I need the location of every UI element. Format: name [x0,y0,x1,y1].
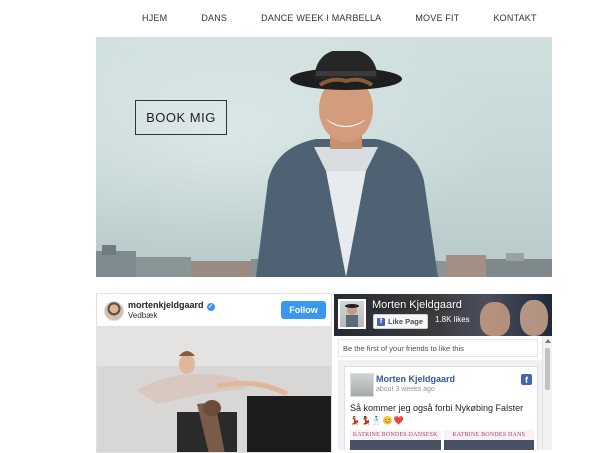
nav-item-kontakt[interactable]: KONTAKT [493,13,536,23]
instagram-post-image[interactable] [97,326,332,453]
scroll-up-arrow-icon[interactable] [545,339,551,343]
profile-person-icon [345,304,359,327]
facebook-likes-count: 1.8K likes [435,315,470,324]
post-image-1[interactable]: KATRINE BONDES DANSESK [350,430,441,450]
nav-item-hjem[interactable]: HJEM [142,13,167,23]
facebook-f-icon: f [377,317,385,326]
nav-item-dans[interactable]: DANS [201,13,227,23]
post-emoji: 💃🏻💃🏾🕺🏻😊❤️ [350,416,405,425]
instagram-username[interactable]: mortenkjeldgaard [128,300,204,310]
follow-button[interactable]: Follow [281,301,326,319]
like-page-label: Like Page [388,317,424,326]
verified-badge-icon: ✓ [206,303,215,311]
nav-item-move-fit[interactable]: MOVE FIT [415,13,459,23]
instagram-embed: mortenkjeldgaard ✓ Vedbæk Follow [96,293,332,453]
instagram-header: mortenkjeldgaard ✓ Vedbæk Follow [97,294,331,326]
facebook-timeline: Morten Kjeldgaard about 3 weeks ago f Så… [338,360,542,450]
cover-face-2 [520,300,548,336]
post-author-name[interactable]: Morten Kjeldgaard [376,374,455,384]
post-images: KATRINE BONDES DANSESK KATRINE BONDES DA… [350,430,534,450]
facebook-post: Morten Kjeldgaard about 3 weeks ago f Så… [344,366,538,450]
nav-item-dance-week[interactable]: DANCE WEEK I MARBELLA [261,13,381,23]
book-me-button[interactable]: BOOK MIG [135,100,227,135]
facebook-cover-photo[interactable]: Morten Kjeldgaard f Like Page 1.8K likes [334,294,552,336]
instagram-username-row: mortenkjeldgaard ✓ [128,300,215,311]
post-timestamp[interactable]: about 3 weeks ago [376,386,435,393]
facebook-page-name[interactable]: Morten Kjeldgaard [372,299,462,311]
hero-banner: BOOK MIG [96,37,552,277]
facebook-page-plugin: Morten Kjeldgaard f Like Page 1.8K likes… [334,294,552,450]
instagram-location[interactable]: Vedbæk [128,311,157,320]
hero-person-image [256,51,438,277]
scroll-thumb[interactable] [545,348,550,390]
facebook-logo-icon: f [521,374,532,385]
facebook-friends-notice: Be the first of your friends to like thi… [338,339,538,357]
main-nav: HJEM DANS DANCE WEEK I MARBELLA MOVE FIT… [0,0,600,36]
post-image-2[interactable]: KATRINE BONDES DANS [443,430,534,450]
post-text: Så kommer jeg også forbi Nykøbing Falste… [350,403,524,413]
facebook-profile-picture[interactable] [338,299,366,329]
avatar[interactable] [104,301,124,321]
cover-face-1 [480,302,510,336]
like-page-button[interactable]: f Like Page [373,314,429,329]
facebook-scrollbar[interactable] [542,336,552,450]
post-author-avatar[interactable] [350,373,374,397]
